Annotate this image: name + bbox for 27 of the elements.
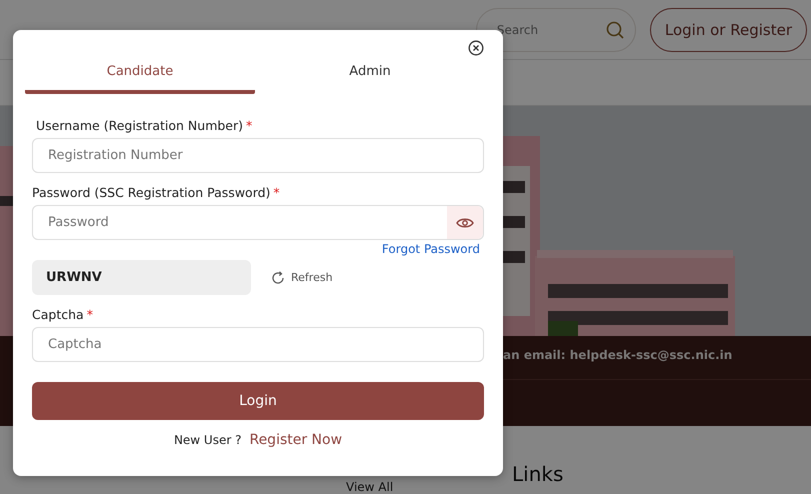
password-field[interactable]: Password — [32, 205, 484, 240]
username-field[interactable]: Registration Number — [32, 138, 484, 173]
login-register-button[interactable]: Login or Register — [650, 8, 807, 52]
required-mark: * — [273, 185, 280, 200]
section-heading: Links — [512, 462, 564, 486]
field-label: Captcha — [32, 307, 84, 322]
close-icon[interactable] — [468, 40, 484, 56]
refresh-icon — [271, 270, 285, 284]
captcha-field[interactable]: Captcha — [32, 327, 484, 362]
register-now-link[interactable]: Register Now — [249, 432, 342, 448]
captcha-image: URWNV — [32, 260, 251, 295]
tab[interactable]: Candidate — [25, 64, 255, 94]
tab[interactable]: Admin — [255, 64, 485, 94]
forgot-password-link[interactable]: Forgot Password — [382, 242, 480, 256]
search-field[interactable]: Search — [476, 8, 636, 52]
helpdesk-notice: an email: helpdesk-ssc@ssc.nic.in — [503, 348, 732, 362]
required-mark: * — [86, 307, 93, 322]
refresh-button[interactable]: Refresh — [265, 270, 339, 286]
new-user-prompt: New User ? — [174, 433, 242, 447]
field-label: Password (SSC Registration Password) — [32, 185, 270, 200]
view-all-link[interactable]: View All — [346, 480, 508, 494]
eye-toggle[interactable] — [447, 206, 483, 239]
search-icon — [606, 20, 624, 38]
required-mark: * — [246, 118, 252, 133]
eye-icon — [456, 216, 474, 228]
field-label: Username (Registration Number) — [36, 118, 244, 133]
login-button[interactable]: Login — [32, 382, 484, 420]
